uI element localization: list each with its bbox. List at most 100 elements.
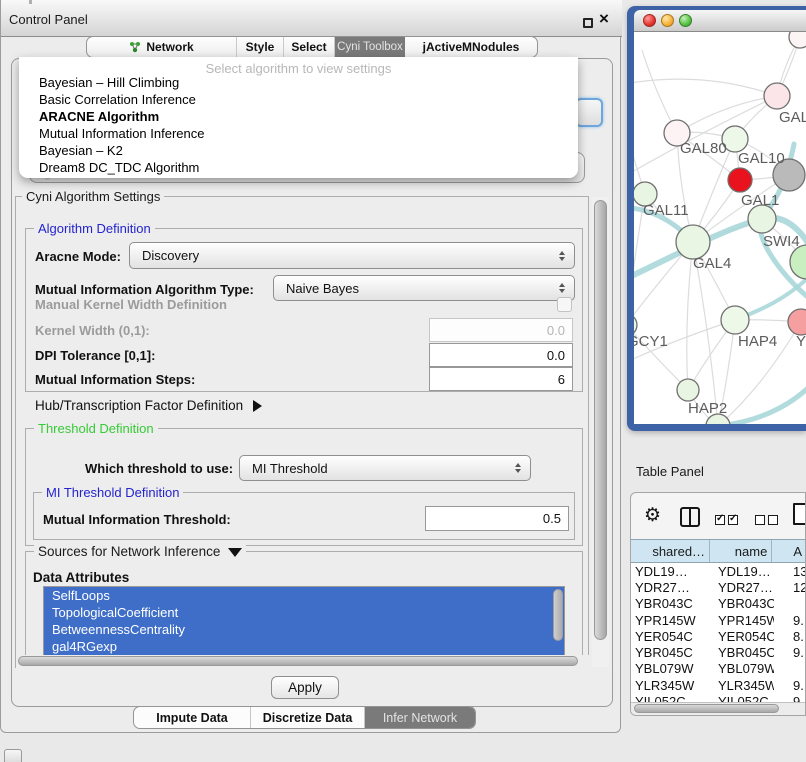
tab-jactivemnodules[interactable]: jActiveMNodules — [405, 37, 537, 57]
table-cell: YLR345W — [711, 678, 774, 693]
settings-hscrollbar-thumb[interactable] — [18, 656, 578, 666]
algorithm-option[interactable]: Dream8 DC_TDC Algorithm — [39, 159, 569, 176]
table-hscrollbar-thumb[interactable] — [634, 704, 779, 713]
list-item[interactable]: TopologicalCoefficient — [44, 604, 564, 621]
table-cell: YBR045C — [631, 645, 711, 660]
algorithm-option[interactable]: Bayesian – K2 — [39, 142, 569, 159]
algorithm-option[interactable]: Basic Correlation Inference — [39, 91, 569, 108]
column-header[interactable]: name — [710, 540, 772, 562]
focused-combo-fragment[interactable] — [575, 98, 603, 127]
node-label: GCY1 — [634, 333, 668, 350]
node-label: GAL10 — [738, 150, 785, 167]
column-header[interactable]: A — [772, 540, 806, 562]
table-row[interactable]: YIL052CYIL052C9. — [631, 693, 806, 702]
network-node[interactable] — [721, 306, 749, 334]
network-edge-highlighted[interactable] — [718, 370, 806, 424]
combo-arrows-icon — [559, 283, 565, 293]
window-edge-mark — [29, 0, 32, 4]
zoom-traffic-light-icon[interactable] — [679, 14, 692, 27]
list-item[interactable]: gal4RGexp — [44, 638, 564, 655]
tab-label: Select — [291, 40, 326, 54]
aracne-mode-combo[interactable]: Discovery — [129, 242, 575, 269]
tab-discretize-data[interactable]: Discretize Data — [251, 707, 365, 728]
float-window-icon[interactable] — [583, 18, 593, 28]
tab-style[interactable]: Style — [237, 37, 284, 57]
dpi-tolerance-field[interactable]: 0.0 — [429, 343, 573, 367]
close-icon[interactable]: × — [599, 9, 609, 29]
mi-steps-field[interactable]: 6 — [429, 367, 573, 391]
control-panel-window: Control Panel × Network Style Select Cyn… — [0, 0, 621, 733]
expand-right-icon — [253, 400, 262, 412]
list-scrollbar-thumb[interactable] — [553, 589, 563, 641]
list-item[interactable]: SelfLoops — [44, 587, 564, 604]
threshold-definition-title: Threshold Definition — [34, 421, 158, 436]
table-row[interactable]: YLR345WYLR345W9. — [631, 677, 806, 693]
table-row[interactable]: YER054CYER054C8. — [631, 628, 806, 644]
minimize-traffic-light-icon[interactable] — [661, 14, 674, 27]
sources-group-title[interactable]: Sources for Network Inference — [34, 544, 246, 559]
bottom-corner-button[interactable] — [4, 749, 22, 762]
control-panel-titlebar: Control Panel × — [1, 0, 622, 37]
network-node[interactable] — [788, 309, 806, 335]
table-cell: YIL052C — [631, 694, 711, 702]
tab-impute-data[interactable]: Impute Data — [134, 707, 251, 728]
network-node[interactable] — [677, 379, 699, 401]
table-cell: 13 — [774, 564, 806, 579]
node-label: GAL11 — [643, 202, 689, 219]
network-node[interactable] — [764, 83, 790, 109]
settings-vscrollbar-thumb[interactable] — [594, 200, 607, 640]
network-canvas[interactable]: GALGAL80GAL10GAL1GAL11SWI4GAL4GCY1HAP4YH… — [634, 32, 806, 424]
node-label: GAL1 — [741, 192, 779, 209]
network-node[interactable] — [676, 225, 710, 259]
column-header[interactable]: shared… — [631, 540, 710, 562]
algorithm-option[interactable]: Mutual Information Inference — [39, 125, 569, 142]
table-row[interactable]: YDR27…YDR27…12 — [631, 579, 806, 595]
gear-icon[interactable]: ⚙ — [644, 504, 661, 527]
algorithm-option[interactable]: Bayesian – Hill Climbing — [39, 74, 569, 91]
tab-infer-network[interactable]: Infer Network — [365, 707, 475, 728]
list-item[interactable]: BetweennessCentrality — [44, 621, 564, 638]
kernel-width-field[interactable]: 0.0 — [429, 318, 573, 342]
table-row[interactable]: YDL19…YDL19…13 — [631, 563, 806, 579]
table-cell: YPR145W — [711, 613, 774, 628]
which-threshold-combo[interactable]: MI Threshold — [239, 455, 531, 481]
mi-type-combo[interactable]: Naive Bayes — [273, 275, 575, 301]
mi-type-label: Mutual Information Algorithm Type: — [35, 282, 254, 297]
select-all-columns-icon[interactable] — [715, 512, 741, 530]
table-cell: YDR27… — [631, 580, 711, 595]
tab-network[interactable]: Network — [87, 37, 237, 57]
apply-button[interactable]: Apply — [271, 676, 339, 699]
algorithm-option-selected[interactable]: ARACNE Algorithm — [39, 108, 569, 125]
table-cell: YBR043C — [631, 596, 711, 611]
mi-threshold-field[interactable]: 0.5 — [425, 506, 569, 531]
table-row[interactable]: YBR043CYBR043C — [631, 596, 806, 612]
manual-kernel-checkbox[interactable] — [557, 297, 572, 312]
column-layout-icon[interactable] — [680, 507, 700, 527]
tab-select[interactable]: Select — [284, 37, 335, 57]
mi-type-value: Naive Bayes — [286, 281, 550, 296]
network-node[interactable] — [790, 245, 806, 279]
collapse-down-icon — [228, 548, 242, 557]
network-window-titlebar[interactable] — [634, 10, 806, 32]
network-edge[interactable] — [634, 96, 777, 180]
network-node[interactable] — [789, 32, 806, 48]
network-node[interactable] — [728, 168, 752, 192]
table-cell: YDL19… — [711, 564, 774, 579]
network-edge-highlighted[interactable] — [634, 218, 806, 284]
network-edge[interactable] — [677, 96, 777, 133]
aracne-mode-label: Aracne Mode: — [35, 249, 121, 264]
network-graph[interactable]: GALGAL80GAL10GAL1GAL11SWI4GAL4GCY1HAP4YH… — [634, 32, 806, 424]
table-row[interactable]: YPR145WYPR145W9. — [631, 612, 806, 628]
tab-cyni-toolbox[interactable]: Cyni Toolbox — [335, 37, 405, 57]
table-header-row: shared… name A — [631, 539, 806, 563]
combo-arrows-icon — [559, 251, 565, 261]
deselect-all-columns-icon[interactable] — [755, 512, 781, 530]
hub-section-toggle[interactable]: Hub/Transcription Factor Definition — [35, 398, 262, 413]
table-row[interactable]: YBR045CYBR045C9. — [631, 644, 806, 660]
table-row[interactable]: YBL079WYBL079W — [631, 661, 806, 677]
document-icon[interactable] — [793, 503, 806, 525]
table-cell: 9. — [774, 613, 806, 628]
network-node[interactable] — [748, 205, 776, 233]
close-traffic-light-icon[interactable] — [643, 14, 656, 27]
which-threshold-value: MI Threshold — [252, 461, 506, 476]
